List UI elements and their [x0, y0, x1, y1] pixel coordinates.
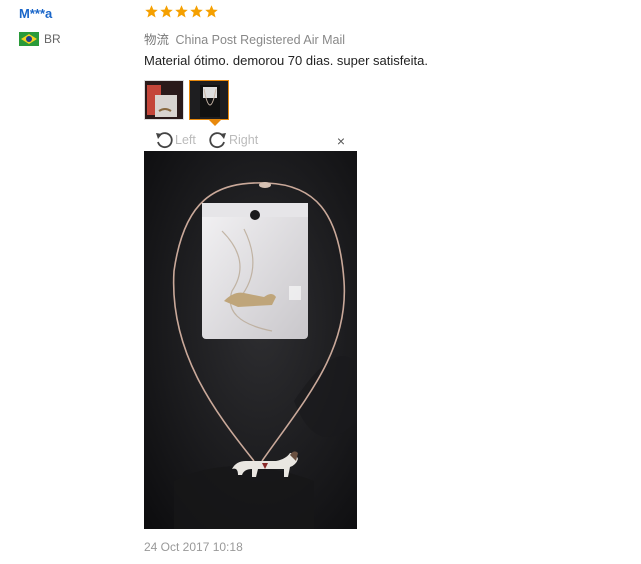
- brazil-flag-icon: [19, 32, 39, 46]
- country-code: BR: [44, 32, 61, 46]
- star-icon: [189, 4, 204, 19]
- star-rating: [144, 4, 219, 19]
- photo-thumbnails: [144, 80, 234, 120]
- reviewer-country: BR: [19, 32, 61, 46]
- reviewer-name[interactable]: M***a: [19, 6, 52, 21]
- review-photo: [144, 151, 357, 529]
- close-viewer-button[interactable]: ×: [337, 134, 345, 148]
- review-text: Material ótimo. demorou 70 dias. super s…: [144, 53, 428, 68]
- star-icon: [144, 4, 159, 19]
- review-date: 24 Oct 2017 10:18: [144, 540, 243, 554]
- photo-viewer: Left Right ×: [144, 130, 357, 529]
- shipping-method: China Post Registered Air Mail: [175, 33, 346, 47]
- star-icon: [174, 4, 189, 19]
- rotate-left-label: Left: [175, 133, 196, 147]
- shipping-info: 物流 China Post Registered Air Mail: [144, 29, 345, 48]
- photo-thumbnail-selected[interactable]: [189, 80, 229, 120]
- rotate-left-icon: [154, 131, 175, 149]
- shipping-label: 物流: [144, 33, 170, 47]
- selected-thumbnail-pointer: [209, 120, 221, 126]
- star-icon: [159, 4, 174, 19]
- photo-thumbnail[interactable]: [144, 80, 184, 120]
- rotate-right-button[interactable]: Right: [208, 131, 258, 149]
- star-icon: [204, 4, 219, 19]
- rotate-right-label: Right: [229, 133, 259, 147]
- rotate-right-icon: [208, 131, 229, 149]
- rotate-left-button[interactable]: Left: [154, 131, 196, 149]
- viewer-toolbar: Left Right ×: [144, 130, 357, 151]
